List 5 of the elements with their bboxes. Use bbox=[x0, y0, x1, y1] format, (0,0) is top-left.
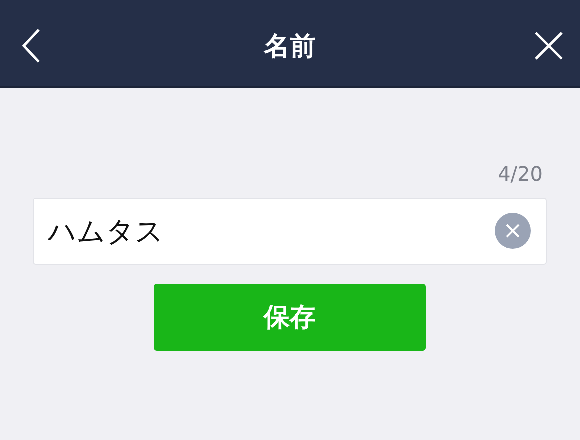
back-icon bbox=[21, 28, 41, 64]
close-icon bbox=[505, 223, 521, 239]
header-title: 名前 bbox=[264, 30, 316, 64]
close-icon bbox=[534, 31, 564, 61]
character-counter: 4/20 bbox=[498, 162, 543, 186]
